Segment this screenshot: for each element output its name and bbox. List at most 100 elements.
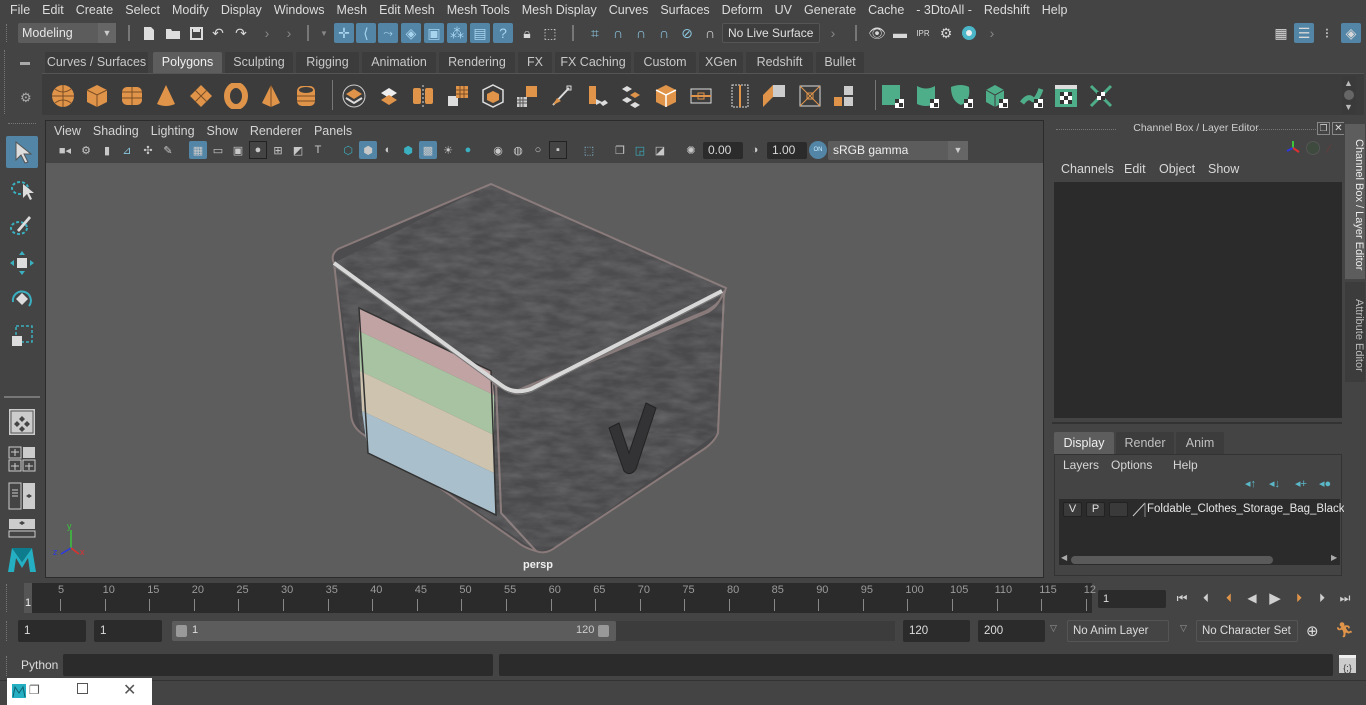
- poly-cone-icon[interactable]: [153, 83, 179, 109]
- wireframe-icon[interactable]: ⬡: [339, 141, 357, 159]
- multi-cut-icon[interactable]: [619, 83, 645, 109]
- extrude-icon[interactable]: [514, 83, 540, 109]
- select-camera-icon[interactable]: ■◂: [56, 141, 74, 159]
- float-panel-icon[interactable]: ❐: [1317, 122, 1330, 135]
- shelf-tab-rendering[interactable]: Rendering: [439, 52, 515, 73]
- cb-menu-show[interactable]: Show: [1208, 162, 1239, 176]
- insert-edge-loop-icon[interactable]: [688, 83, 714, 109]
- menu-modify[interactable]: Modify: [166, 0, 215, 20]
- range-start-handle[interactable]: [176, 625, 187, 637]
- layer-tab-display[interactable]: Display: [1054, 432, 1114, 454]
- textured-icon[interactable]: ▩: [419, 141, 437, 159]
- combine-icon[interactable]: [341, 83, 367, 109]
- step-forward-frame-icon[interactable]: ⏵: [1313, 588, 1331, 608]
- menu-redshift[interactable]: Redshift: [978, 0, 1036, 20]
- splitter[interactable]: [1052, 422, 1342, 424]
- play-backwards-icon[interactable]: ◀: [1243, 588, 1261, 608]
- four-view-layout-icon[interactable]: [6, 446, 38, 472]
- layer-menu-help[interactable]: Help: [1173, 458, 1198, 472]
- rotate-tool-icon[interactable]: [6, 283, 38, 315]
- layer-hscrollbar[interactable]: ◀ ▶: [1059, 553, 1340, 565]
- render-settings-icon[interactable]: ⚙: [936, 23, 956, 43]
- manipulator-axes-icon[interactable]: [1285, 140, 1301, 156]
- bridge-icon[interactable]: [584, 83, 610, 109]
- layer-menu-options[interactable]: Options: [1111, 458, 1152, 472]
- make-live-icon[interactable]: ∩: [700, 23, 720, 43]
- shelf-tab-animation[interactable]: Animation: [362, 52, 436, 73]
- select-vertex-icon[interactable]: ◈: [401, 23, 421, 43]
- panel-menu-panels[interactable]: Panels: [308, 124, 358, 138]
- grid-toggle-icon[interactable]: ▦: [189, 141, 207, 159]
- depth-of-field-icon[interactable]: ▪: [549, 141, 567, 159]
- shelf-tab-sculpting[interactable]: Sculpting: [225, 52, 293, 73]
- ipr-render-icon[interactable]: IPR: [913, 23, 933, 43]
- cb-menu-channels[interactable]: Channels: [1061, 162, 1114, 176]
- maximize-window-icon[interactable]: [77, 683, 88, 694]
- menu-deform[interactable]: Deform: [716, 0, 769, 20]
- hypershade-icon[interactable]: [959, 23, 979, 43]
- open-scene-icon[interactable]: [163, 23, 183, 43]
- select-misc-icon[interactable]: ?: [493, 23, 513, 43]
- snap-view-plane-icon[interactable]: ∩: [654, 23, 674, 43]
- snap-live-icon[interactable]: ⊘: [677, 23, 697, 43]
- exposure-icon[interactable]: ✺: [682, 141, 700, 159]
- channel-box-toggle-icon[interactable]: ◈: [1341, 23, 1361, 43]
- layer-tab-anim[interactable]: Anim: [1176, 432, 1224, 454]
- layer-playback-toggle[interactable]: P: [1086, 502, 1105, 517]
- bevel-icon[interactable]: [549, 83, 575, 109]
- chevron-down-icon[interactable]: ▼: [948, 141, 968, 160]
- mirror-icon[interactable]: [410, 83, 436, 109]
- isolate-select-icon[interactable]: ⬚: [580, 141, 598, 159]
- remesh-icon[interactable]: [480, 83, 506, 109]
- camera-attributes-icon[interactable]: ⚙: [77, 141, 95, 159]
- wireframe-on-shaded-icon[interactable]: ◐: [379, 141, 397, 159]
- shelf-settings-gear-icon[interactable]: ⚙: [20, 90, 32, 106]
- 2d-pan-zoom-icon[interactable]: ✣: [139, 141, 157, 159]
- cb-menu-edit[interactable]: Edit: [1124, 162, 1146, 176]
- side-tab-channel-box[interactable]: Channel Box / Layer Editor: [1345, 124, 1365, 279]
- snap-curve-icon[interactable]: ∩: [608, 23, 628, 43]
- command-input[interactable]: [63, 654, 493, 676]
- step-forward-key-icon[interactable]: ⏵: [1290, 588, 1308, 608]
- dropdown-arrow-icon[interactable]: ▼: [314, 23, 334, 43]
- poly-pipe-icon[interactable]: [293, 83, 319, 109]
- graph-persp-layout-icon[interactable]: [6, 518, 38, 538]
- shelf-tab-curves-surfaces[interactable]: Curves / Surfaces: [45, 52, 148, 73]
- safe-title-icon[interactable]: T: [309, 141, 327, 159]
- panel-menu-lighting[interactable]: Lighting: [145, 124, 201, 138]
- modeling-toolkit-icon[interactable]: ▦: [1271, 23, 1291, 43]
- xray-active-icon[interactable]: ◪: [651, 141, 669, 159]
- animation-preferences-icon[interactable]: 🏃︎: [1335, 621, 1355, 641]
- default-material-icon[interactable]: ⬢: [399, 141, 417, 159]
- move-tool-icon[interactable]: [6, 247, 38, 279]
- menu-file[interactable]: File: [4, 0, 36, 20]
- shelf-tab-xgen[interactable]: XGen: [699, 52, 743, 73]
- drag-handle[interactable]: [6, 621, 9, 641]
- target-weld-icon[interactable]: [653, 83, 679, 109]
- sew-uv-icon[interactable]: [1053, 83, 1079, 109]
- anim-layer-dropdown-arrow-icon[interactable]: ▽: [1050, 623, 1057, 634]
- key-status-icon[interactable]: [1306, 141, 1320, 155]
- play-forwards-icon[interactable]: ▶: [1266, 588, 1284, 608]
- image-plane-icon[interactable]: ⊿: [118, 141, 136, 159]
- poly-plane-icon[interactable]: [188, 83, 214, 109]
- shelf-tab-bullet[interactable]: Bullet: [816, 52, 864, 73]
- resolution-gate-icon[interactable]: ▣: [229, 141, 247, 159]
- new-scene-icon[interactable]: [139, 23, 159, 43]
- xray-icon[interactable]: ❐: [611, 141, 629, 159]
- menu-3dtoall[interactable]: - 3DtoAll -: [910, 0, 978, 20]
- single-perspective-view-layout-icon[interactable]: [6, 406, 38, 438]
- select-by-object-icon[interactable]: ⤳: [378, 23, 398, 43]
- gamma-field[interactable]: 1.00: [767, 142, 807, 159]
- collapse-arrow-icon[interactable]: ›: [982, 23, 1002, 43]
- go-to-end-icon[interactable]: ⏭: [1336, 588, 1354, 608]
- move-layer-up-icon[interactable]: ◂↑: [1245, 477, 1256, 490]
- redo-icon[interactable]: ↷: [231, 23, 251, 43]
- anim-layer-dropdown[interactable]: No Anim Layer: [1067, 620, 1169, 642]
- side-tab-attribute-editor[interactable]: Attribute Editor: [1345, 282, 1365, 382]
- menu-cache[interactable]: Cache: [862, 0, 910, 20]
- menu-edit[interactable]: Edit: [36, 0, 70, 20]
- drag-handle[interactable]: [6, 584, 9, 612]
- render-view-icon[interactable]: 👁︎: [867, 23, 887, 43]
- range-end-handle[interactable]: [598, 625, 609, 637]
